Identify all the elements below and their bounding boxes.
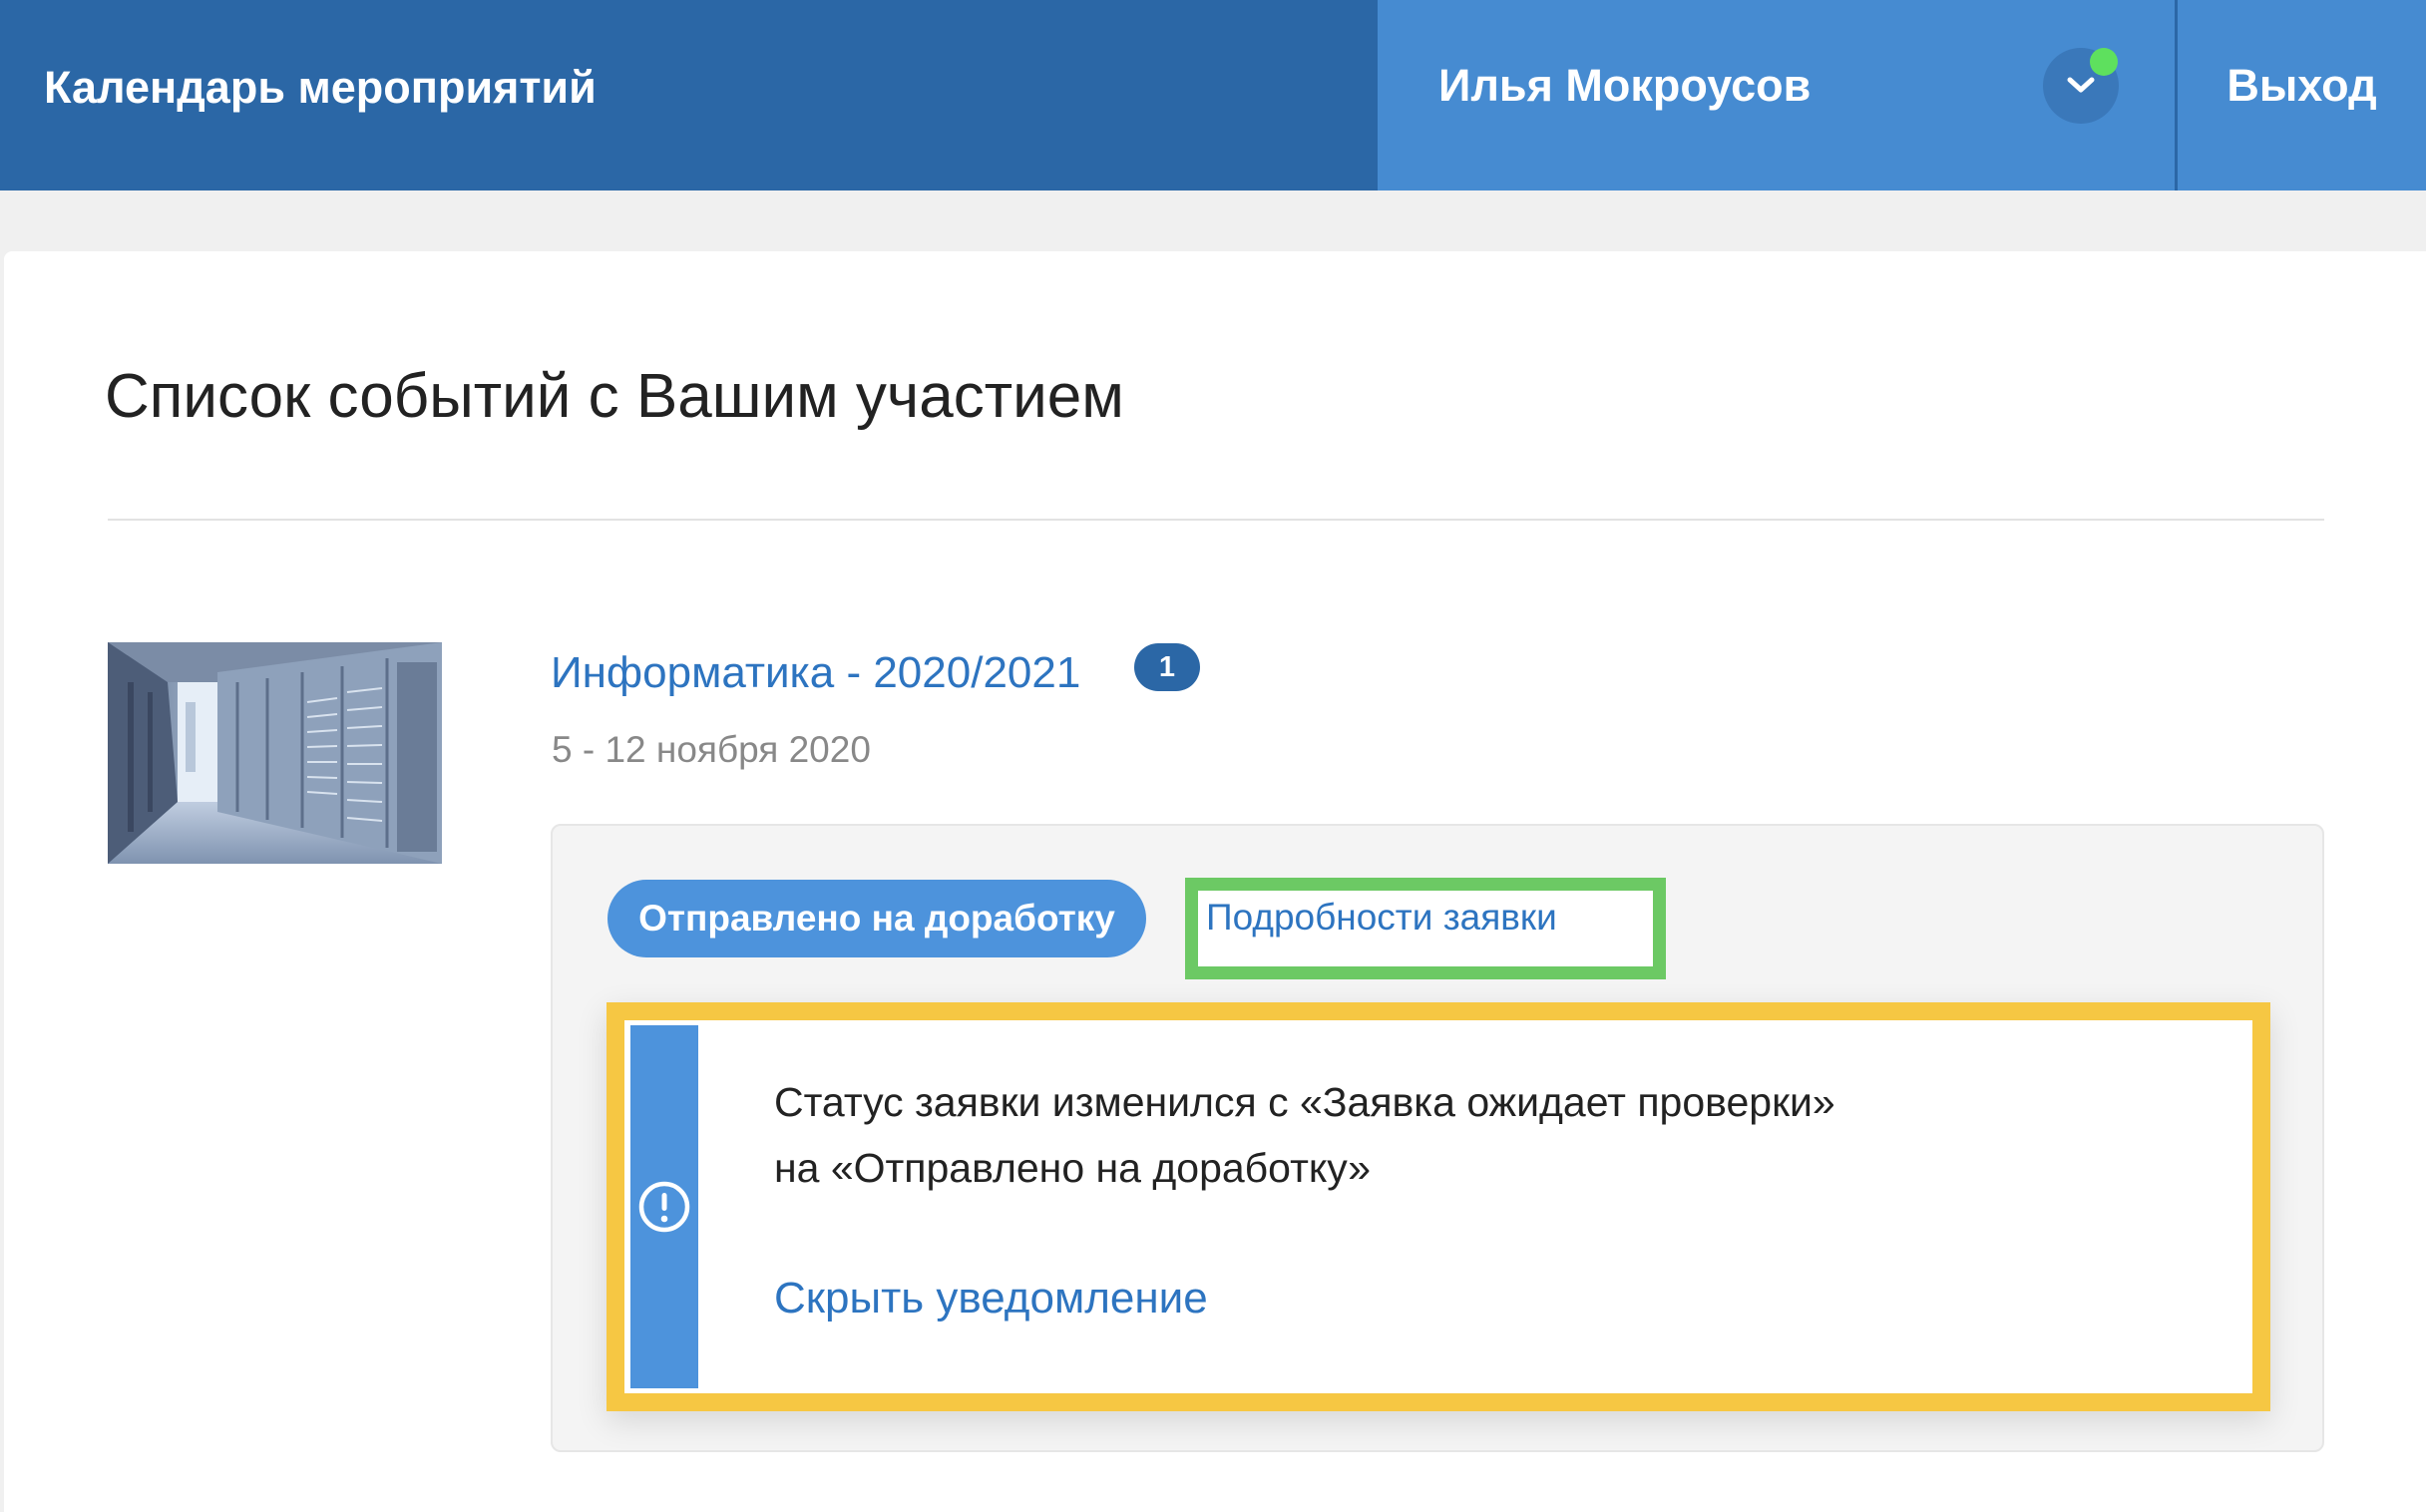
- exclamation-circle-icon: [638, 1181, 690, 1233]
- hide-notification-link[interactable]: Скрыть уведомление: [774, 1269, 1208, 1328]
- brand-link[interactable]: Календарь мероприятий: [44, 0, 597, 175]
- server-room-image: [108, 642, 442, 864]
- status-notification: [606, 1002, 2270, 1411]
- user-name[interactable]: Илья Мокроусов: [1438, 0, 1811, 172]
- user-panel: Илья Мокроусов: [1378, 0, 2175, 190]
- online-status-indicator: [2090, 48, 2118, 76]
- top-header: Календарь мероприятий Илья Мокроусов Вых…: [0, 0, 2426, 190]
- notification-line-1: Статус заявки изменился с «Заявка ожидае…: [774, 1079, 1835, 1125]
- event-dates: 5 - 12 ноября 2020: [552, 729, 871, 770]
- logout-button[interactable]: Выход: [2178, 0, 2426, 190]
- chevron-down-icon: [2067, 77, 2095, 93]
- notification-text: Статус заявки изменился с «Заявка ожидае…: [774, 1069, 2230, 1201]
- event-title-link[interactable]: Информатика - 2020/2021: [551, 643, 1080, 703]
- notification-stripe: [630, 1025, 698, 1388]
- notification-line-2: на «Отправлено на доработку»: [774, 1145, 1372, 1191]
- divider: [108, 519, 2324, 521]
- event-thumbnail[interactable]: [108, 642, 442, 864]
- status-badge: Отправлено на доработку: [607, 880, 1146, 957]
- application-details-link[interactable]: Подробности заявки: [1206, 888, 1557, 947]
- notification-count-badge: 1: [1134, 643, 1200, 691]
- page-title: Список событий с Вашим участием: [105, 362, 1124, 431]
